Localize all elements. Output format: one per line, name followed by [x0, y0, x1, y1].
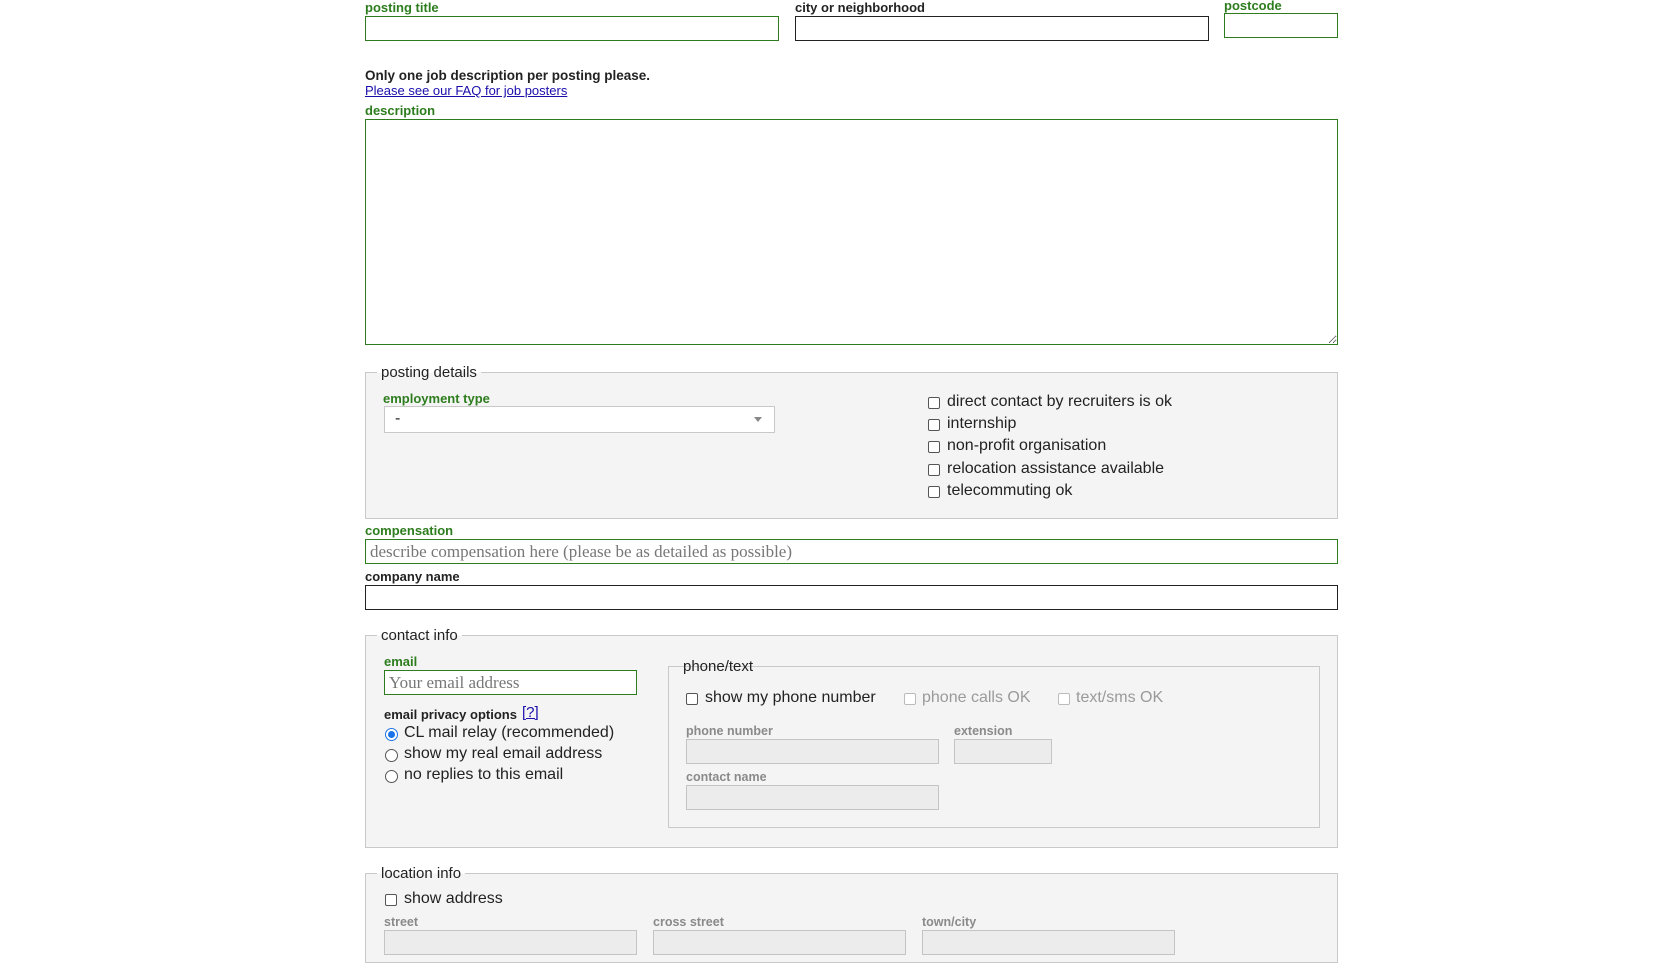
contact-info-legend: contact info: [377, 627, 462, 644]
employment-type-label: employment type: [383, 391, 490, 406]
location-info-legend: location info: [377, 865, 466, 882]
radio-no-replies[interactable]: [385, 770, 398, 783]
checkbox-show-phone-label: show my phone number: [705, 689, 876, 706]
postcode-label: postcode: [1224, 0, 1282, 13]
cross-street-input[interactable]: [653, 930, 906, 955]
phone-number-label: phone number: [686, 724, 773, 738]
radio-show-real-email[interactable]: [385, 749, 398, 762]
compensation-input[interactable]: [365, 539, 1338, 564]
employment-type-select[interactable]: -: [384, 406, 775, 433]
checkbox-text-sms-ok[interactable]: [1058, 693, 1070, 705]
checkbox-telecommuting-label: telecommuting ok: [947, 482, 1073, 499]
radio-cl-mail-relay[interactable]: [385, 728, 398, 741]
location-info-fieldset: location info show address street cross …: [365, 865, 1338, 963]
checkbox-text-sms-ok-label: text/sms OK: [1076, 689, 1164, 706]
city-label: city or neighborhood: [795, 0, 925, 15]
faq-link[interactable]: Please see our FAQ for job posters: [365, 83, 567, 98]
phone-text-fieldset: phone/text show my phone number phone ca…: [668, 658, 1320, 828]
phone-number-input[interactable]: [686, 739, 939, 764]
email-input[interactable]: [384, 670, 637, 695]
checkbox-phone-calls-ok[interactable]: [904, 693, 916, 705]
posting-title-input[interactable]: [365, 16, 779, 41]
checkbox-non-profit[interactable]: [928, 441, 940, 453]
description-label: description: [365, 103, 436, 118]
company-name-label: company name: [365, 569, 460, 584]
radio-show-real-email-label: show my real email address: [404, 745, 603, 762]
checkbox-non-profit-label: non-profit organisation: [947, 437, 1107, 454]
company-name-input[interactable]: [365, 585, 1338, 610]
employment-type-value: -: [395, 410, 401, 427]
contact-name-input[interactable]: [686, 785, 939, 810]
radio-no-replies-label: no replies to this email: [404, 766, 564, 783]
checkbox-telecommuting[interactable]: [928, 486, 940, 498]
contact-name-label: contact name: [686, 770, 767, 784]
town-city-label: town/city: [922, 915, 977, 929]
street-label: street: [384, 915, 419, 929]
description-textarea[interactable]: [365, 119, 1338, 345]
extension-input[interactable]: [954, 739, 1052, 764]
checkbox-show-address-label: show address: [404, 890, 503, 907]
posting-details-legend: posting details: [377, 364, 481, 381]
contact-info-fieldset: contact info email email privacy options…: [365, 627, 1338, 848]
cross-street-label: cross street: [653, 915, 724, 929]
chevron-down-icon: [754, 417, 762, 422]
checkbox-recruiters-label: direct contact by recruiters is ok: [947, 393, 1172, 410]
postcode-input[interactable]: [1224, 13, 1338, 38]
posting-title-label: posting title: [365, 0, 439, 15]
town-city-input[interactable]: [922, 930, 1175, 955]
checkbox-phone-calls-ok-label: phone calls OK: [922, 689, 1031, 706]
extension-label: extension: [954, 724, 1013, 738]
compensation-label: compensation: [365, 523, 454, 538]
checkbox-relocation-label: relocation assistance available: [947, 460, 1165, 477]
email-label: email: [384, 654, 418, 669]
one-description-notice: Only one job description per posting ple…: [365, 68, 651, 83]
phone-text-legend: phone/text: [683, 658, 754, 675]
radio-cl-mail-relay-label: CL mail relay (recommended): [404, 724, 615, 741]
checkbox-recruiters[interactable]: [928, 397, 940, 409]
checkbox-show-address[interactable]: [385, 894, 397, 906]
city-input[interactable]: [795, 16, 1209, 41]
checkbox-internship[interactable]: [928, 419, 940, 431]
checkbox-internship-label: internship: [947, 415, 1017, 432]
checkbox-show-phone[interactable]: [686, 693, 698, 705]
street-input[interactable]: [384, 930, 637, 955]
privacy-help-link[interactable]: [?]: [522, 705, 539, 720]
email-privacy-label: email privacy options: [384, 707, 517, 722]
checkbox-relocation[interactable]: [928, 464, 940, 476]
posting-details-fieldset: posting details employment type - direct…: [365, 364, 1338, 519]
